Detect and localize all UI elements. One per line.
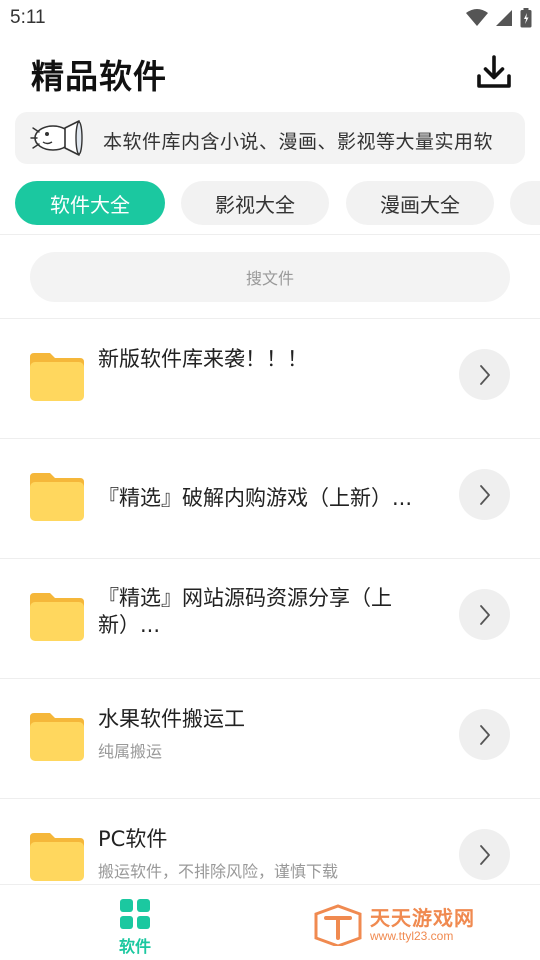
notice-text: 本软件库内含小说、漫画、影视等大量实用软: [103, 131, 494, 153]
watermark-logo-icon: [314, 904, 362, 946]
list-item[interactable]: 水果软件搬运工 纯属搬运: [0, 679, 540, 799]
open-button[interactable]: [459, 829, 510, 880]
nav-label: 软件: [118, 937, 151, 956]
category-tabs: 软件大全 影视大全 漫画大全: [0, 181, 540, 227]
search-input[interactable]: 搜文件: [30, 252, 510, 302]
item-title: PC软件: [98, 827, 168, 851]
download-icon: [477, 55, 511, 88]
header: 精品软件: [0, 36, 540, 106]
item-subtitle: 搬运软件，不排除风险，谨慎下载: [98, 862, 339, 881]
open-button[interactable]: [459, 709, 510, 760]
list-item[interactable]: 『精选』破解内购游戏（上新）...: [0, 439, 540, 559]
item-title: 『精选』破解内购游戏（上新）...: [98, 486, 413, 510]
folder-icon: [30, 593, 84, 641]
page-title: 精品软件: [31, 57, 167, 96]
folder-icon: [30, 473, 84, 521]
tab-software[interactable]: 软件大全: [15, 181, 165, 225]
watermark: 天天游戏网 www.ttyl23.com: [312, 902, 512, 948]
tab-more[interactable]: [510, 181, 540, 225]
file-list: 新版软件库来袭！！！ 『精选』破解内购游戏（上新）... 『精选』网站源码资源分…: [0, 319, 540, 919]
folder-icon: [30, 713, 84, 761]
open-button[interactable]: [459, 469, 510, 520]
open-button[interactable]: [459, 589, 510, 640]
chevron-right-icon: [479, 844, 490, 865]
divider: [0, 234, 540, 235]
folder-icon: [30, 353, 84, 401]
chevron-right-icon: [479, 484, 490, 505]
chevron-right-icon: [479, 364, 490, 385]
status-icons: [466, 7, 532, 29]
chevron-right-icon: [479, 724, 490, 745]
watermark-name: 天天游戏网: [370, 906, 475, 930]
folder-icon: [30, 833, 84, 881]
item-title: 新版软件库来袭！！！: [98, 347, 308, 371]
status-time: 5:11: [10, 7, 46, 28]
chevron-right-icon: [479, 604, 490, 625]
open-button[interactable]: [459, 349, 510, 400]
list-item[interactable]: 『精选』网站源码资源分享（上新）...: [0, 559, 540, 679]
wifi-icon: [466, 9, 488, 26]
item-title: 水果软件搬运工: [98, 707, 245, 731]
list-item[interactable]: 新版软件库来袭！！！: [0, 319, 540, 439]
watermark-url: www.ttyl23.com: [370, 929, 454, 943]
tab-comic[interactable]: 漫画大全: [346, 181, 494, 225]
megaphone-icon: [30, 120, 83, 156]
battery-icon: [520, 8, 532, 28]
item-title: 『精选』网站源码资源分享（上新）...: [98, 586, 392, 637]
nav-item-software[interactable]: 软件: [105, 899, 165, 957]
signal-icon: [496, 10, 512, 26]
tab-video[interactable]: 影视大全: [181, 181, 329, 225]
notice-banner[interactable]: 本软件库内含小说、漫画、影视等大量实用软: [15, 112, 525, 164]
item-subtitle: 纯属搬运: [98, 742, 163, 761]
grid-icon: [120, 899, 150, 929]
download-button[interactable]: [472, 50, 516, 94]
status-bar: 5:11: [0, 0, 540, 36]
